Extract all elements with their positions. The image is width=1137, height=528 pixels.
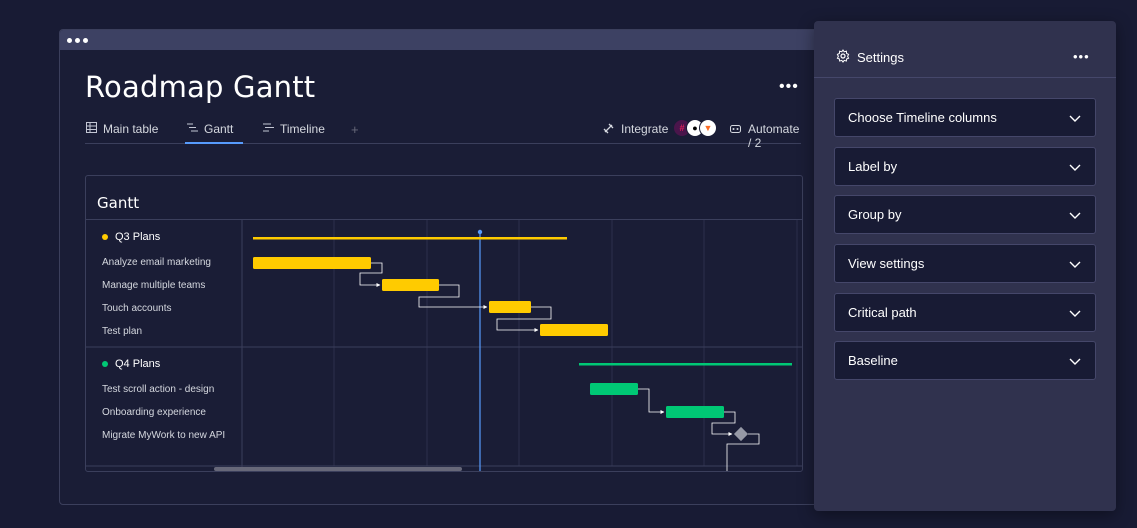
settings-title: Settings [836, 49, 904, 66]
settings-panel: Settings ••• Choose Timeline columns Lab… [814, 21, 1116, 511]
task-bar [590, 383, 638, 395]
task-bar [489, 301, 531, 313]
accordion-label: Baseline [848, 353, 898, 368]
gantt-chart [86, 220, 802, 471]
window-dot [67, 38, 72, 43]
chevron-down-icon [1069, 358, 1081, 365]
robot-icon [729, 122, 742, 150]
accordion-label: Label by [848, 159, 898, 174]
settings-header: Settings ••• [814, 21, 1116, 78]
integrate-label: Integrate [621, 122, 669, 136]
window-dot [83, 38, 88, 43]
accordion-label: Group by [848, 207, 902, 222]
chevron-down-icon [1069, 115, 1081, 122]
task-bar [540, 324, 608, 336]
integration-apps: # ● ▼ [673, 119, 723, 137]
task-bar [666, 406, 724, 418]
board-title: Roadmap Gantt [85, 70, 316, 104]
chevron-down-icon [1069, 212, 1081, 219]
tab-gantt[interactable]: Gantt [185, 122, 243, 144]
group-name: Q4 Plans [115, 358, 161, 370]
settings-title-text: Settings [857, 50, 904, 65]
group-color-dot [102, 234, 108, 240]
group-label-q3[interactable]: Q3 Plans [102, 231, 160, 243]
tab-label: Main table [103, 122, 159, 136]
accordion-baseline[interactable]: Baseline [834, 341, 1096, 380]
horizontal-scrollbar[interactable] [214, 467, 462, 471]
item-label[interactable]: Touch accounts [102, 303, 172, 314]
integrate-button[interactable]: Integrate [602, 122, 668, 138]
dependency-arrow [638, 388, 665, 414]
settings-more-button[interactable]: ••• [1073, 49, 1090, 64]
tab-main-table[interactable]: Main table [86, 122, 158, 144]
accordion-group-by[interactable]: Group by [834, 195, 1096, 234]
timeline-icon [263, 122, 274, 136]
item-label[interactable]: Test scroll action - design [102, 384, 214, 395]
window-titlebar [60, 30, 828, 50]
accordion-label: Choose Timeline columns [848, 110, 997, 125]
task-bar [253, 257, 371, 269]
chevron-down-icon [1069, 310, 1081, 317]
tab-label: Gantt [204, 122, 234, 136]
group-color-dot [102, 361, 108, 367]
add-view-button[interactable]: + [351, 122, 359, 137]
table-icon [86, 122, 97, 136]
window-dot [75, 38, 80, 43]
gitlab-icon: ▼ [699, 119, 717, 137]
tab-timeline[interactable]: Timeline [263, 122, 325, 144]
accordion-label: Critical path [848, 305, 917, 320]
milestone-diamond [733, 426, 749, 442]
tab-label: Timeline [280, 122, 325, 136]
group-span-bar [253, 237, 567, 240]
view-tabs: Main table Gantt Timeline + Integrate # … [85, 119, 801, 150]
accordion-view-settings[interactable]: View settings [834, 244, 1096, 283]
accordion-label-by[interactable]: Label by [834, 147, 1096, 186]
gear-icon [836, 49, 850, 66]
accordion-label: View settings [848, 256, 925, 271]
integrate-icon [602, 122, 615, 138]
automate-label: Automate / 2 [748, 122, 800, 150]
item-label[interactable]: Analyze email marketing [102, 257, 211, 268]
item-label[interactable]: Migrate MyWork to new API [102, 430, 225, 441]
task-bar [382, 279, 439, 291]
chevron-down-icon [1069, 261, 1081, 268]
automate-button[interactable]: Automate / 2 [729, 122, 801, 150]
accordion-critical-path[interactable]: Critical path [834, 293, 1096, 332]
group-label-q4[interactable]: Q4 Plans [102, 358, 160, 370]
board-more-button[interactable]: ••• [779, 78, 799, 96]
chevron-down-icon [1069, 164, 1081, 171]
group-name: Q3 Plans [115, 231, 161, 243]
item-label[interactable]: Onboarding experience [102, 407, 206, 418]
item-label[interactable]: Manage multiple teams [102, 280, 205, 291]
board-window: Roadmap Gantt ••• Main table Gantt Timel… [59, 29, 829, 505]
today-marker-dot [477, 229, 483, 235]
gantt-icon [187, 122, 198, 136]
accordion-timeline-columns[interactable]: Choose Timeline columns [834, 98, 1096, 137]
group-span-bar [579, 363, 792, 366]
item-label[interactable]: Test plan [102, 326, 142, 337]
gantt-panel: Gantt Q3 Plans Analyze email marketing M… [85, 175, 803, 472]
